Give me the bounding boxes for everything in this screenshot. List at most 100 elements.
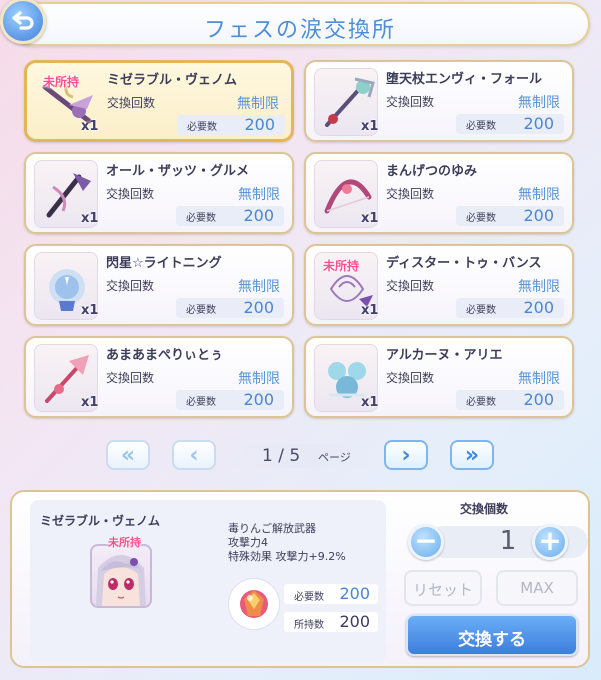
exchange-count-label: 交換回数 [107, 96, 156, 110]
item-card[interactable]: x1 閃星☆ライトニング 交換回数 無制限必要数 200 [24, 244, 294, 326]
back-button[interactable] [0, 0, 46, 44]
reset-label: リセット [412, 581, 473, 599]
required-label: 必要数 [187, 122, 217, 133]
exchange-count-value: 無制限 [518, 371, 560, 387]
required-label: 必要数 [466, 213, 496, 224]
item-thumbnail: x1 [314, 160, 378, 228]
exchange-count-label: 交換回数 [106, 187, 155, 201]
required-box: 必要数 200 [177, 115, 285, 135]
detail-required-value: 200 [339, 584, 370, 603]
page-suffix: ページ [318, 451, 351, 464]
exchange-count-value: 無制限 [518, 187, 560, 203]
item-card[interactable]: x1 未所持 ディスター・トゥ・バンス 交換回数 無制限 必要数 200 [304, 244, 574, 326]
required-label: 必要数 [466, 305, 496, 316]
required-label: 必要数 [186, 213, 216, 224]
required-value: 200 [523, 114, 554, 133]
max-button[interactable]: MAX [496, 570, 578, 606]
item-name: あまあまぺりぃとぅ [106, 348, 224, 363]
detail-owned-box: 所持数 200 [284, 612, 378, 632]
item-name: オール・ザッツ・グルメ [106, 164, 250, 179]
max-label: MAX [520, 579, 554, 597]
unowned-badge: 未所持 [43, 75, 80, 89]
exchange-count-value: 無制限 [238, 371, 280, 387]
required-box: 必要数 200 [456, 114, 564, 134]
detail-item-name: ミゼラブル・ヴェノム [40, 514, 161, 528]
reset-button[interactable]: リセット [404, 570, 482, 606]
item-card[interactable]: x1 未所持 ミゼラブル・ヴェノム 交換回数 無制限必要数 200 [24, 60, 294, 142]
required-value: 200 [243, 298, 274, 317]
required-label: 必要数 [466, 397, 496, 408]
chevron-left-icon: ‹ [189, 443, 199, 468]
page-indicator-bar [226, 444, 376, 468]
detail-panel: ミゼラブル・ヴェノム 未所持 毒りんご解放武器 攻撃力4 特殊効果 攻撃力+9.… [10, 490, 590, 668]
required-value: 200 [523, 298, 554, 317]
required-label: 必要数 [186, 397, 216, 408]
plus-icon: + [538, 524, 562, 557]
exchange-count-value: 無制限 [238, 187, 280, 203]
exchange-count-label: 交換回数 [106, 279, 155, 293]
double-chevron-right-icon: » [464, 443, 480, 468]
exchange-button[interactable]: 交換する [406, 614, 578, 656]
detail-owned-label: 所持数 [294, 620, 324, 631]
required-box: 必要数 200 [176, 206, 284, 226]
item-card[interactable]: x1 堕天杖エンヴィ・フォール 交換回数 無制限 必要数 200 [304, 60, 574, 142]
item-name: ミゼラブル・ヴェノム [107, 73, 238, 88]
required-value: 200 [243, 390, 274, 409]
required-label: 必要数 [186, 305, 216, 316]
item-name: まんげつのゆみ [386, 164, 478, 179]
exchange-count-value: 無制限 [238, 279, 280, 295]
required-value: 200 [243, 206, 274, 225]
decrease-button[interactable]: − [408, 524, 444, 560]
item-thumbnail: x1 [314, 68, 378, 136]
item-quantity: x1 [361, 119, 379, 134]
increase-button[interactable]: + [532, 524, 568, 560]
back-arrow-icon [12, 11, 34, 30]
item-thumbnail: x1 [34, 252, 98, 320]
item-card[interactable]: x1 オール・ザッツ・グルメ 交換回数 無制限必要数 200 [24, 152, 294, 234]
required-label: 必要数 [466, 121, 496, 132]
item-quantity: x1 [81, 211, 99, 226]
detail-required-label: 必要数 [294, 592, 324, 603]
required-box: 必要数 200 [176, 390, 284, 410]
prev-page-button[interactable]: ‹ [172, 440, 216, 470]
header-bar: フェスの涙交換所 [10, 2, 590, 46]
page-number: 1 / 5 [262, 446, 301, 466]
item-card[interactable]: x1 あまあまぺりぃとぅ 交換回数 無制限必要数 200 [24, 336, 294, 418]
detail-desc-effect: 特殊効果 攻撃力+9.2% [228, 550, 346, 563]
item-card[interactable]: x1 まんげつのゆみ 交換回数 無制限 必要数 200 [304, 152, 574, 234]
exchange-count-label: 交換回数 [386, 279, 435, 293]
required-box: 必要数 200 [456, 298, 564, 318]
last-page-button[interactable]: » [450, 440, 494, 470]
character-portrait [90, 544, 152, 608]
exchange-count-label: 交換回数 [106, 371, 155, 385]
required-value: 200 [523, 206, 554, 225]
item-quantity: x1 [81, 395, 99, 410]
exchange-count-label: 交換回数 [386, 371, 435, 385]
required-box: 必要数 200 [456, 206, 564, 226]
item-quantity: x1 [81, 119, 99, 134]
exchange-count-value: 無制限 [518, 279, 560, 295]
detail-required-box: 必要数 200 [284, 584, 378, 604]
item-quantity: x1 [361, 395, 379, 410]
item-quantity: x1 [361, 303, 379, 318]
item-detail: ミゼラブル・ヴェノム 未所持 毒りんご解放武器 攻撃力4 特殊効果 攻撃力+9.… [30, 500, 386, 662]
item-quantity: x1 [361, 211, 379, 226]
unowned-badge: 未所持 [323, 259, 360, 273]
exchange-count-value: 無制限 [237, 96, 279, 112]
minus-icon: − [414, 524, 438, 557]
first-page-button[interactable]: « [106, 440, 150, 470]
required-value: 200 [523, 390, 554, 409]
item-thumbnail: x1 [34, 344, 98, 412]
item-thumbnail: x1 未所持 [35, 69, 99, 135]
exchange-button-label: 交換する [458, 630, 526, 650]
required-box: 必要数 200 [456, 390, 564, 410]
double-chevron-left-icon: « [120, 443, 136, 468]
item-thumbnail: x1 [314, 344, 378, 412]
item-card[interactable]: x1 アルカーヌ・アリエ 交換回数 無制限 必要数 200 [304, 336, 574, 418]
required-box: 必要数 200 [176, 298, 284, 318]
item-thumbnail: x1 [34, 160, 98, 228]
tear-gem-icon [228, 578, 280, 630]
exchange-count-label: 交換回数 [386, 95, 435, 109]
item-name: 閃星☆ライトニング [106, 256, 222, 271]
next-page-button[interactable]: › [384, 440, 428, 470]
